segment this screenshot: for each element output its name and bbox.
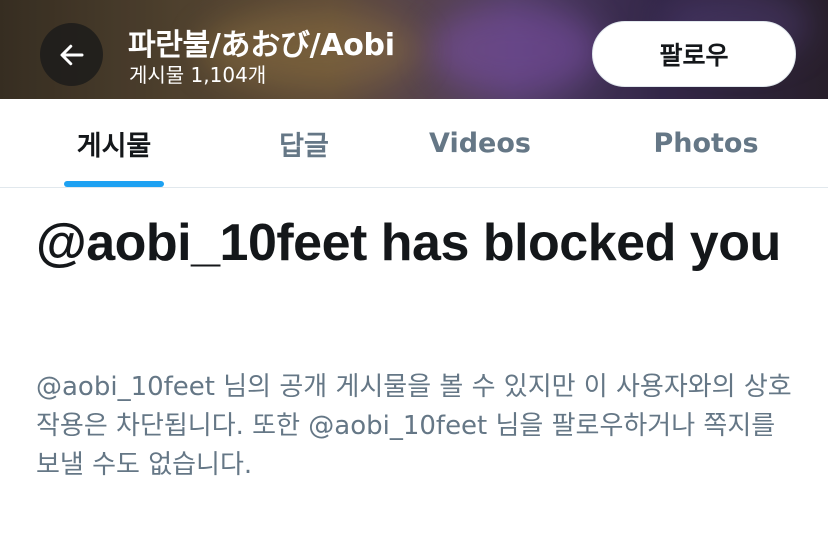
- active-tab-indicator: [64, 181, 164, 187]
- profile-display-name: 파란불/あおび/Aobi: [128, 28, 395, 63]
- blocked-description: @aobi_10feet 님의 공개 게시물을 볼 수 있지만 이 사용자와의 …: [36, 372, 792, 480]
- tab-videos[interactable]: Videos: [366, 99, 594, 187]
- back-button[interactable]: [40, 23, 103, 86]
- arrow-left-icon: [60, 44, 83, 65]
- tab-photos[interactable]: Photos: [592, 99, 820, 187]
- profile-tabs: 게시물 답글 Videos Photos: [0, 99, 828, 188]
- profile-header: 파란불/あおび/Aobi 게시물 1,104개 팔로우: [0, 0, 828, 99]
- follow-button[interactable]: 팔로우: [592, 21, 796, 87]
- blocked-heading: @aobi_10feet has blocked you: [36, 214, 781, 272]
- post-count: 게시물 1,104개: [129, 63, 267, 87]
